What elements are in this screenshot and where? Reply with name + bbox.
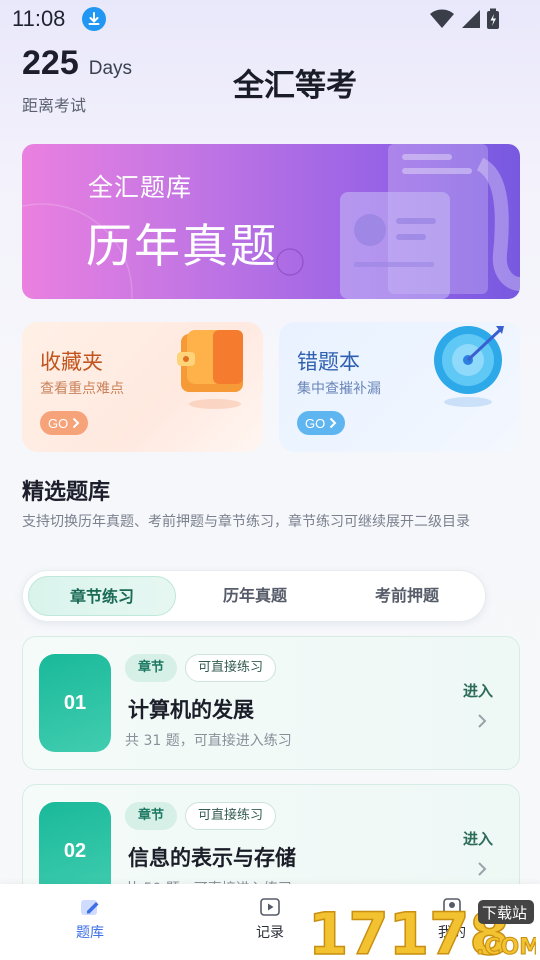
target-icon — [434, 326, 504, 407]
chapter-tag: 章节 — [125, 654, 178, 682]
chevron-right-icon — [478, 714, 487, 728]
chapter-item[interactable]: 01 章节 可直接练习 计算机的发展 共 31 题，可直接进入练习 进入 — [22, 636, 520, 770]
nav-records[interactable]: 记录 — [230, 896, 310, 942]
enter-button[interactable]: 进入 — [463, 680, 493, 701]
watermark-tag: 下载站 — [482, 904, 527, 922]
banner-subtitle: 全汇题库 — [88, 173, 193, 202]
favorites-desc: 查看重点难点 — [40, 381, 124, 397]
go-label: GO — [305, 415, 326, 431]
tab-past-exams[interactable]: 历年真题 — [181, 576, 329, 616]
favorites-title: 收藏夹 — [40, 350, 103, 374]
tab-mock-predictions[interactable]: 考前押题 — [333, 576, 481, 616]
chapter-number: 01 — [39, 654, 111, 752]
banner-title: 历年真题 — [86, 219, 278, 273]
play-icon — [260, 898, 280, 916]
countdown: 225 Days — [22, 44, 132, 83]
chevron-right-icon — [73, 417, 80, 429]
chapter-title: 信息的表示与存储 — [128, 846, 296, 870]
tab-chapter-practice[interactable]: 章节练习 — [28, 576, 176, 616]
practice-tag: 可直接练习 — [185, 654, 277, 682]
days-unit: Days — [88, 58, 133, 79]
wrong-questions-card[interactable]: 错题本 集中查摧补漏 GO — [279, 322, 520, 452]
status-time: 11:08 — [12, 6, 66, 31]
watermark-domain: .COM — [476, 935, 536, 960]
battery-icon — [487, 8, 499, 29]
wrong-questions-desc: 集中查摧补漏 — [297, 381, 381, 397]
favorites-card[interactable]: 收藏夹 查看重点难点 GO — [22, 322, 263, 452]
download-icon — [82, 7, 106, 31]
enter-button[interactable]: 进入 — [463, 828, 493, 849]
wrong-questions-title: 错题本 — [297, 350, 360, 374]
document-illustration — [340, 144, 520, 299]
chapter-subtitle: 共 31 题，可直接进入练习 — [125, 733, 292, 749]
site-watermark: 17178 下载站 .COM — [307, 899, 536, 960]
days-count: 225 — [22, 44, 79, 82]
pencil-icon — [81, 900, 99, 915]
question-bank-tabs: 章节练习 历年真题 考前押题 — [22, 570, 486, 622]
section-description: 支持切换历年真题、考前押题与章节练习，章节练习可继续展开二级目录 — [22, 514, 470, 530]
nav-label: 题库 — [76, 925, 104, 941]
days-label: 距离考试 — [22, 96, 87, 115]
nav-label: 记录 — [256, 925, 284, 941]
chevron-right-icon — [330, 417, 337, 429]
wrong-questions-go-button[interactable]: GO — [297, 411, 346, 435]
page-title: 全汇等考 — [233, 68, 357, 104]
section-title: 精选题库 — [22, 480, 111, 505]
status-bar: 11:08 — [0, 0, 540, 38]
chapter-tag: 章节 — [125, 802, 178, 830]
go-label: GO — [48, 415, 69, 431]
chapter-title: 计算机的发展 — [128, 698, 254, 722]
favorites-go-button[interactable]: GO — [40, 411, 89, 435]
practice-tag: 可直接练习 — [185, 802, 277, 830]
wallet-icon — [177, 330, 243, 409]
signal-icon — [462, 10, 480, 28]
wifi-icon — [430, 9, 454, 28]
chevron-right-icon — [478, 862, 487, 876]
banner-past-exams[interactable]: 全汇题库 历年真题 — [22, 144, 520, 299]
nav-question-bank[interactable]: 题库 — [50, 896, 130, 942]
